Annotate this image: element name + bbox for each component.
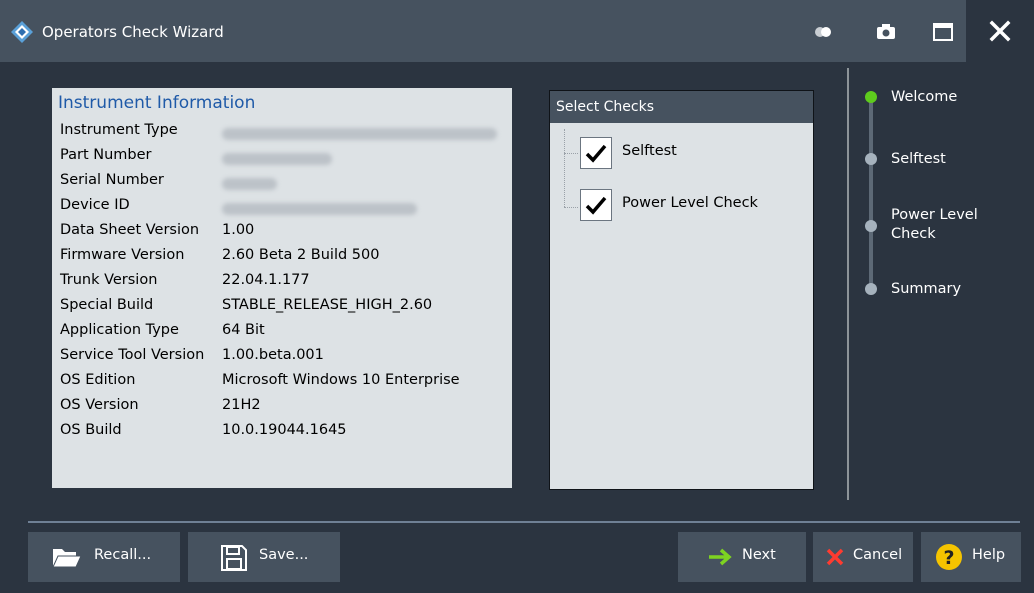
step-power-level-check[interactable]: Power Level Check [891,206,1001,244]
cancel-x-icon [826,548,844,566]
info-value: 21H2 [222,397,261,413]
check-label: Power Level Check [622,195,758,211]
help-button[interactable]: ? Help [921,532,1021,582]
steps-track [869,98,873,288]
title-bar: Operators Check Wizard [0,0,1034,62]
info-label: Firmware Version [60,247,185,263]
redacted-value [222,178,277,190]
step-dot-active [865,91,877,103]
close-button[interactable] [966,0,1034,62]
window-title: Operators Check Wizard [42,23,224,41]
info-value: 22.04.1.177 [222,272,310,288]
check-item-power-level[interactable]: Power Level Check [580,189,800,225]
info-label: Service Tool Version [60,347,205,363]
instrument-info-panel: Instrument Information Instrument Type P… [52,88,512,488]
step-dot [865,153,877,165]
info-label: OS Build [60,422,122,438]
help-label: Help [972,547,1006,563]
check-item-selftest[interactable]: Selftest [580,137,800,173]
power-level-checkbox[interactable] [580,189,612,221]
svg-text:?: ? [943,547,954,569]
redacted-value [222,153,332,165]
app-logo-icon [11,21,33,43]
next-button[interactable]: Next [678,532,806,582]
tree-connector [564,153,578,154]
selftest-checkbox[interactable] [580,137,612,169]
info-value: STABLE_RELEASE_HIGH_2.60 [222,297,433,313]
info-value: 1.00.beta.001 [222,347,324,363]
toggle-icon[interactable] [812,20,836,44]
steps-divider [847,68,849,500]
select-checks-panel: Select Checks Selftest Power Level Check [549,90,814,490]
info-value: 10.0.19044.1645 [222,422,347,438]
tree-connector [564,129,565,207]
save-button[interactable]: Save... [188,532,340,582]
info-label: Special Build [60,297,154,313]
step-selftest[interactable]: Selftest [891,150,1001,169]
check-label: Selftest [622,143,677,159]
maximize-icon[interactable] [931,20,955,44]
step-dot [865,283,877,295]
info-label: Application Type [60,322,179,338]
info-value: 64 Bit [222,322,265,338]
save-label: Save... [259,547,309,563]
info-label: Trunk Version [60,272,158,288]
info-label: OS Version [60,397,139,413]
info-label: Part Number [60,147,152,163]
footer-separator [28,521,1020,523]
checkmark-icon [585,144,607,163]
close-icon [989,20,1011,42]
floppy-disk-icon [221,545,247,571]
tree-connector [564,207,578,208]
arrow-right-icon [709,548,732,566]
info-label: OS Edition [60,372,136,388]
info-label: Instrument Type [60,122,178,138]
info-value: 2.60 Beta 2 Build 500 [222,247,380,263]
camera-icon[interactable] [874,20,898,44]
cancel-label: Cancel [853,547,903,563]
cancel-button[interactable]: Cancel [813,532,913,582]
info-label: Device ID [60,197,130,213]
redacted-value [222,128,497,140]
redacted-value [222,203,417,215]
step-summary[interactable]: Summary [891,280,1001,299]
step-dot [865,220,877,232]
next-label: Next [742,547,776,563]
recall-label: Recall... [94,547,152,563]
info-value: Microsoft Windows 10 Enterprise [222,372,460,388]
recall-button[interactable]: Recall... [28,532,180,582]
info-label: Serial Number [60,172,164,188]
folder-open-icon [52,549,82,568]
info-value: 1.00 [222,222,255,238]
info-label: Data Sheet Version [60,222,200,238]
checkmark-icon [585,196,607,215]
help-question-icon: ? [936,544,962,570]
step-welcome[interactable]: Welcome [891,88,1001,107]
select-checks-header: Select Checks [550,91,813,123]
instrument-info-title: Instrument Information [58,93,256,113]
